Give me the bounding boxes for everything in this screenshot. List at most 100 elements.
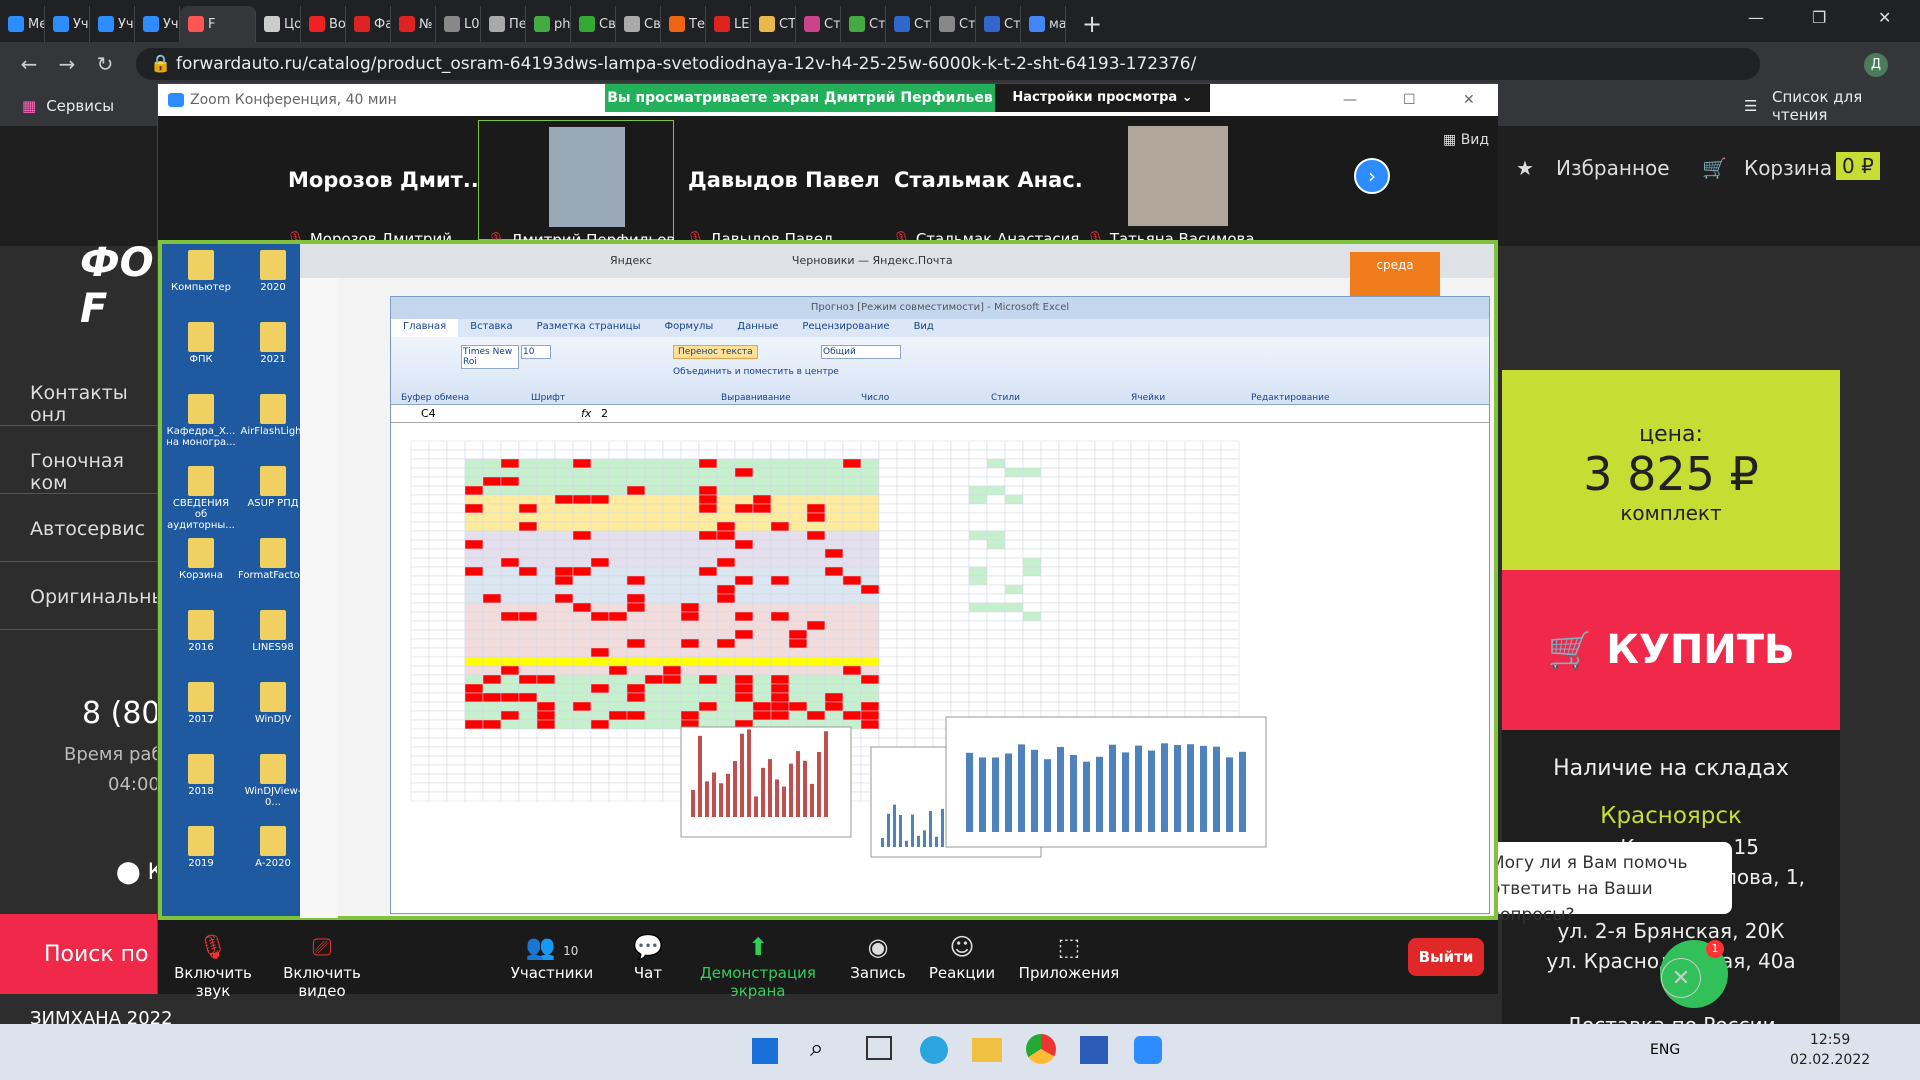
name-box[interactable]: C4 (421, 407, 436, 420)
remote-tab-yandex[interactable]: Яндекс (600, 248, 662, 274)
buy-button[interactable]: 🛒 КУПИТЬ (1502, 570, 1840, 730)
browser-tab[interactable]: Фа (346, 6, 391, 42)
site-nav-item[interactable]: Автосервис (0, 494, 160, 562)
minimize-icon[interactable]: — (1748, 8, 1764, 27)
close-icon[interactable]: ✕ (1878, 8, 1891, 27)
desktop-icon[interactable]: WinDJV (238, 682, 308, 725)
chrome-icon[interactable] (1026, 1034, 1056, 1064)
restore-icon[interactable]: ❐ (1812, 8, 1826, 27)
site-nav-item[interactable]: Гоночная ком (0, 426, 160, 494)
browser-tab[interactable]: Цо (256, 6, 301, 42)
chat-close-icon[interactable]: ✕ (1661, 958, 1701, 998)
exit-button[interactable]: Выйти (1408, 938, 1484, 976)
record-button[interactable]: ◉ Запись (848, 930, 908, 982)
desktop-icon[interactable]: 2020 (238, 250, 308, 293)
participant-tile[interactable]: Морозов Дмит... 🎙 Морозов Дмитрий (278, 120, 478, 248)
browser-tab[interactable]: Ст (841, 6, 886, 42)
browser-tab[interactable]: Св (616, 6, 661, 42)
desktop-icon[interactable]: Компьютер (166, 250, 236, 293)
forward-icon[interactable]: → (48, 52, 86, 76)
browser-tab[interactable]: № (391, 6, 436, 42)
merge-button[interactable]: Объединить и поместить в центре (673, 367, 839, 377)
chat-button[interactable]: 💬 Чат (618, 930, 678, 982)
participant-tile[interactable]: Стальмак Анас... 🎙 Стальмак Анастасия (884, 120, 1084, 248)
profile-avatar[interactable]: Д (1864, 53, 1888, 77)
folder-icon[interactable] (972, 1038, 1002, 1062)
desktop-icon[interactable]: WinDJView-0... (238, 754, 308, 808)
mute-button[interactable]: 🎙 Включить звук (168, 930, 258, 1000)
browser-tab[interactable]: Те (661, 6, 706, 42)
browser-tab[interactable]: F (180, 6, 256, 42)
excel-tab[interactable]: Главная (391, 319, 459, 337)
zoom-max-icon[interactable]: ☐ (1403, 84, 1416, 116)
participant-tile[interactable]: 🎙 Татьяна Васимова (1078, 120, 1274, 248)
zoom-min-icon[interactable]: — (1343, 84, 1357, 116)
reload-icon[interactable]: ↻ (86, 52, 124, 76)
browser-tab[interactable]: Уч (45, 6, 90, 42)
formula-input[interactable]: 2 (601, 407, 608, 420)
excel-tab[interactable]: Вставка (458, 319, 524, 337)
browser-tab[interactable]: Ст (886, 6, 931, 42)
view-button[interactable]: ▦ Вид (1443, 132, 1489, 148)
excel-tab[interactable]: Рецензирование (790, 319, 901, 337)
font-size-select[interactable]: 10 (521, 345, 551, 359)
desktop-icon[interactable]: A-2020 (238, 826, 308, 869)
site-logo[interactable]: ФО F (80, 240, 154, 332)
zoom-close-icon[interactable]: ✕ (1463, 84, 1475, 116)
participant-tile[interactable]: 🎙 Дмитрий Перфильев (478, 120, 675, 249)
desktop-icon[interactable]: 2019 (166, 826, 236, 869)
desktop-icon[interactable]: 2021 (238, 322, 308, 365)
browser-tab[interactable]: ма (1021, 6, 1066, 42)
bookmark-services[interactable]: Сервисы (46, 97, 114, 115)
task-view-icon[interactable] (866, 1036, 892, 1060)
browser-tab[interactable]: Уч (135, 6, 180, 42)
excel-tab[interactable]: Формулы (652, 319, 725, 337)
site-nav-item[interactable]: Оригинальны (0, 562, 167, 630)
browser-tab[interactable]: ph (526, 6, 571, 42)
view-settings-button[interactable]: Настройки просмотра ⌄ (995, 84, 1210, 112)
search-icon[interactable]: ⌕ (810, 1034, 823, 1062)
share-screen-button[interactable]: ⬆ Демонстрация экрана (678, 930, 838, 1000)
browser-tab[interactable]: Ст (976, 6, 1021, 42)
search-button[interactable]: Поиск по (0, 914, 160, 994)
back-icon[interactable]: ← (10, 52, 48, 76)
browser-tab[interactable]: LE (706, 6, 751, 42)
cart-link[interactable]: Корзина (1744, 156, 1832, 180)
font-name-select[interactable]: Times New Roi (461, 345, 519, 369)
apps-button[interactable]: ⬚ Приложения (1014, 930, 1124, 982)
desktop-icon[interactable]: ASUP РПД (238, 466, 308, 509)
video-button[interactable]: ⎚ Включить видео (270, 930, 374, 1000)
excel-tab[interactable]: Разметка страницы (525, 319, 653, 337)
browser-tab[interactable]: Ст (931, 6, 976, 42)
desktop-icon[interactable]: СВЕДЕНИЯ об аудиторны... (166, 466, 236, 531)
desktop-icon[interactable]: ФПК (166, 322, 236, 365)
chat-bubble[interactable]: Могу ли я Вам помочь ответить на Ваши во… (1480, 842, 1732, 925)
start-icon[interactable] (752, 1038, 778, 1064)
desktop-icon[interactable]: 2016 (166, 610, 236, 653)
browser-tab[interactable]: Пе (481, 6, 526, 42)
participant-tile[interactable]: Давыдов Павел 🎙 Давыдов Павел (678, 120, 878, 248)
favorites-star-icon[interactable]: ★ (1516, 156, 1534, 180)
reactions-button[interactable]: ☺ Реакции (922, 930, 1002, 982)
site-nav-item[interactable]: Контакты онл (0, 358, 160, 426)
zoom-taskbar-icon[interactable] (1134, 1036, 1162, 1064)
desktop-icon[interactable]: Корзина (166, 538, 236, 581)
favorites-link[interactable]: Избранное (1556, 156, 1670, 180)
browser-tab[interactable]: Уч (90, 6, 135, 42)
spreadsheet-grid[interactable] (391, 437, 1475, 907)
desktop-icon[interactable]: 2017 (166, 682, 236, 725)
number-format-select[interactable]: Общий (821, 345, 901, 359)
desktop-icon[interactable]: AirFlashLight (238, 394, 308, 437)
participants-button[interactable]: 👥 10 Участники (492, 930, 612, 982)
wrap-text-button[interactable]: Перенос текста (673, 345, 758, 359)
browser-tab[interactable]: Ст (796, 6, 841, 42)
browser-tab[interactable]: Ме (0, 6, 45, 42)
desktop-icon[interactable]: FormatFactory (238, 538, 310, 581)
desktop-icon[interactable]: Кафедра_Х... на моногра... (166, 394, 236, 448)
apps-grid-icon[interactable]: ▦ (22, 97, 36, 115)
cart-sum-badge[interactable]: 0 ₽ (1836, 152, 1880, 180)
stock-city[interactable]: Красноярск (1502, 803, 1840, 829)
excel-tab[interactable]: Данные (725, 319, 790, 337)
next-page-icon[interactable]: › (1354, 158, 1390, 194)
remote-tab-mail[interactable]: Черновики — Яндекс.Почта (782, 248, 963, 274)
